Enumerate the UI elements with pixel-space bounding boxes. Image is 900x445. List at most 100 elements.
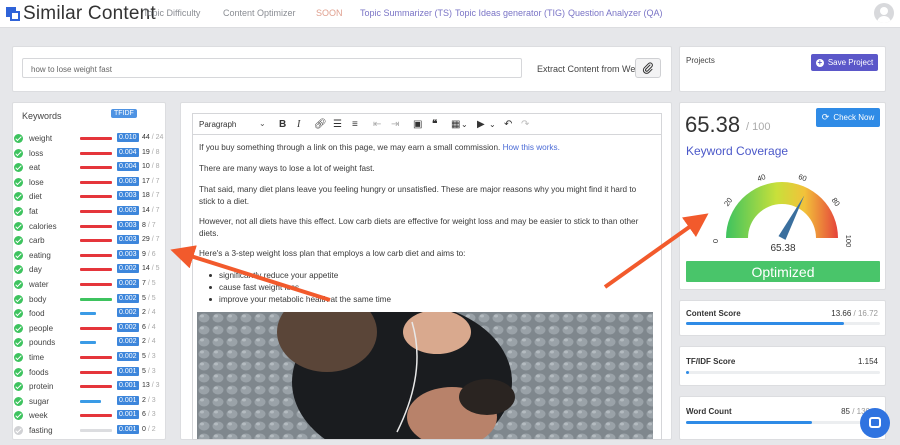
bulleted-list-icon[interactable]: ☰ xyxy=(333,119,342,130)
nav-topic-ideas-generator[interactable]: Topic Ideas generator (TIG) xyxy=(455,8,565,18)
keyword-name: eat xyxy=(29,163,41,173)
check-now-button[interactable]: ⟳ Check Now xyxy=(816,108,880,127)
tfidf-score-track xyxy=(686,371,880,374)
keyword-row[interactable]: carb 0.003 29 / 7 xyxy=(14,235,166,249)
plus-circle-icon: + xyxy=(815,57,824,67)
keyword-name: people xyxy=(29,323,54,333)
gauge-value: 65.38 xyxy=(770,243,795,254)
article-photo xyxy=(197,312,653,439)
how-this-works-link[interactable]: How this works. xyxy=(503,143,560,152)
keyword-count: 6 / 4 xyxy=(142,323,156,331)
logo[interactable]: Similar Content xyxy=(6,3,156,25)
keyword-search-input[interactable]: how to lose weight fast xyxy=(22,58,522,78)
check-circle-icon xyxy=(14,192,23,202)
keyword-usage-bar xyxy=(80,180,112,184)
word-count-bar xyxy=(686,421,813,424)
keyword-tfidf-score: 0.001 xyxy=(117,381,139,391)
check-circle-icon xyxy=(14,323,23,333)
keyword-usage-bar xyxy=(80,341,96,345)
keyword-name: weight xyxy=(29,134,53,143)
keyword-row[interactable]: week 0.001 6 / 3 xyxy=(14,410,166,424)
keyword-usage-bar xyxy=(80,268,112,272)
save-project-button[interactable]: + Save Project xyxy=(811,54,878,71)
bold-icon[interactable]: B xyxy=(279,119,286,130)
keyword-count: 13 / 3 xyxy=(142,382,160,390)
keyword-count: 7 / 5 xyxy=(142,280,156,287)
keyword-name: sugar xyxy=(29,396,50,406)
keyword-tfidf-score: 0.001 xyxy=(117,410,139,420)
quote-icon[interactable]: ❝ xyxy=(432,119,437,130)
table-icon[interactable]: ▦ xyxy=(451,119,460,130)
extract-content-button[interactable] xyxy=(635,58,661,78)
save-project-label: Save Project xyxy=(827,58,874,67)
keyword-tfidf-score: 0.003 xyxy=(117,220,139,230)
keyword-count: 18 / 7 xyxy=(142,192,160,200)
outdent-icon[interactable]: ⇤ xyxy=(373,119,381,130)
keyword-name: loss xyxy=(29,148,44,158)
keyword-row[interactable]: loss 0.004 19 / 8 xyxy=(14,147,166,162)
keyword-name: eating xyxy=(29,250,51,260)
nav-soon-badge: SOON xyxy=(316,8,343,18)
keyword-row[interactable]: protein 0.001 13 / 3 xyxy=(14,381,166,395)
format-select[interactable]: Paragraph xyxy=(199,120,236,129)
check-circle-icon xyxy=(14,221,23,231)
keyword-name: water xyxy=(29,280,49,289)
keyword-row[interactable]: people 0.002 6 / 4 xyxy=(14,322,166,337)
gauge-tick-label: 60 xyxy=(797,172,808,183)
check-circle-icon xyxy=(14,134,23,143)
media-icon[interactable]: ▶ xyxy=(477,119,485,130)
redo-icon[interactable]: ↷ xyxy=(521,119,529,130)
keyword-name: lose xyxy=(29,177,44,187)
editor-content[interactable]: If you buy something through a link on t… xyxy=(192,135,662,440)
keyword-row[interactable]: time 0.002 5 / 3 xyxy=(14,352,166,366)
numbered-list-icon[interactable]: ≡ xyxy=(352,119,358,130)
keyword-row[interactable]: lose 0.003 17 / 7 xyxy=(14,176,166,191)
keyword-row[interactable]: day 0.002 14 / 5 xyxy=(14,264,166,278)
top-bar: Similar Content Topic Difficulty Content… xyxy=(0,0,900,28)
paragraph-2: There are many ways to lose a lot of wei… xyxy=(199,164,375,173)
tfidf-tab[interactable]: TFIDF xyxy=(111,109,137,118)
keyword-row[interactable]: foods 0.001 5 / 3 xyxy=(14,366,166,381)
keyword-tfidf-score: 0.004 xyxy=(117,162,139,172)
keyword-row[interactable]: weight 0.010 44 / 24 xyxy=(14,133,166,147)
keyword-name: protein xyxy=(29,382,54,392)
chat-launcher-button[interactable] xyxy=(860,408,890,438)
keyword-count: 29 / 7 xyxy=(142,236,160,244)
link-icon[interactable]: 🔗︎ xyxy=(314,119,327,130)
keyword-row[interactable]: sugar 0.001 2 / 3 xyxy=(14,395,166,410)
undo-icon[interactable]: ↶ xyxy=(504,119,512,130)
italic-icon[interactable]: I xyxy=(297,119,300,130)
keyword-count: 5 / 3 xyxy=(142,353,156,360)
keyword-row[interactable]: fat 0.003 14 / 7 xyxy=(14,206,166,220)
keyword-row[interactable]: eat 0.004 10 / 8 xyxy=(14,162,166,176)
nav-question-analyzer[interactable]: Question Analyzer (QA) xyxy=(568,8,663,18)
paragraph-5: Here's a 3-step weight loss plan that em… xyxy=(199,249,466,258)
nav-topic-difficulty[interactable]: Topic Difficulty xyxy=(143,8,200,18)
image-icon[interactable]: ▣ xyxy=(413,119,422,130)
gauge-tick-label: 80 xyxy=(830,196,842,208)
keyword-row[interactable]: diet 0.003 18 / 7 xyxy=(14,191,166,205)
nav-content-optimizer[interactable]: Content Optimizer xyxy=(223,8,296,18)
content-score-label: Content Score xyxy=(686,309,741,318)
keyword-usage-bar xyxy=(80,210,112,213)
keyword-row[interactable]: water 0.002 7 / 5 xyxy=(14,279,166,293)
paragraph-1: If you buy something through a link on t… xyxy=(199,142,649,154)
keyword-row[interactable]: pounds 0.002 2 / 4 xyxy=(14,337,166,351)
check-circle-icon xyxy=(14,207,23,216)
keyword-row[interactable]: body 0.002 5 / 5 xyxy=(14,293,166,308)
indent-icon[interactable]: ⇥ xyxy=(391,119,399,130)
nav-topic-summarizer[interactable]: Topic Summarizer (TS) xyxy=(360,8,452,18)
keyword-row[interactable]: calories 0.003 8 / 7 xyxy=(14,220,166,235)
check-circle-icon xyxy=(14,294,23,304)
check-circle-icon xyxy=(14,353,23,362)
logo-text: Similar Content xyxy=(23,3,156,24)
keyword-row[interactable]: fasting 0.001 0 / 2 xyxy=(14,425,166,439)
keyword-row[interactable]: eating 0.003 9 / 6 xyxy=(14,249,166,264)
keyword-usage-bar xyxy=(80,414,112,418)
paperclip-icon xyxy=(642,62,653,74)
check-circle-icon xyxy=(14,309,23,319)
keyword-count: 2 / 4 xyxy=(142,309,156,317)
user-avatar-icon[interactable] xyxy=(874,3,894,23)
keyword-count: 14 / 7 xyxy=(142,207,160,214)
keyword-row[interactable]: food 0.002 2 / 4 xyxy=(14,308,166,322)
